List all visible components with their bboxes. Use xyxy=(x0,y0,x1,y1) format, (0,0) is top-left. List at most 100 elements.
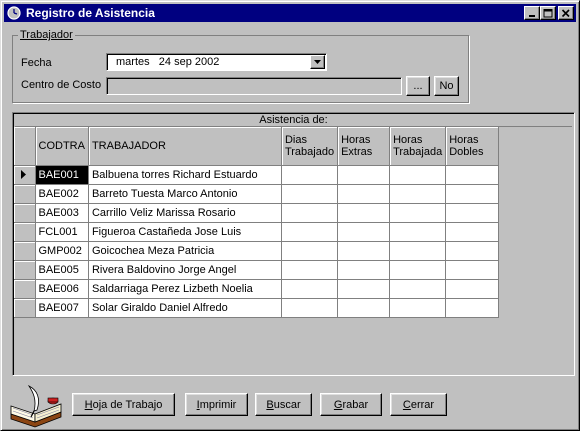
table-header-row: CODTRA TRABAJADOR Dias Trabajado Horas Ext… xyxy=(14,127,500,166)
cell-horas-trabajada[interactable] xyxy=(389,222,447,242)
cell-horas-extras[interactable] xyxy=(337,298,391,318)
minimize-icon xyxy=(529,15,535,17)
cell-horas-trabajada[interactable] xyxy=(389,298,447,318)
cell-codtra[interactable]: BAE007 xyxy=(35,298,89,318)
imprimir-button[interactable]: Imprimir xyxy=(185,393,248,416)
column-header-horas-dobles[interactable]: Horas Dobles xyxy=(445,127,500,166)
buscar-button[interactable]: Buscar xyxy=(255,393,312,416)
cell-codtra[interactable]: BAE002 xyxy=(35,184,89,204)
cell-horas-trabajada[interactable] xyxy=(389,165,447,185)
trabajador-group-label: Trabajador xyxy=(20,29,73,41)
column-header-horas-extras[interactable]: Horas Extras xyxy=(337,127,391,166)
cell-horas-trabajada[interactable] xyxy=(389,241,447,261)
cell-dias-trabajado[interactable] xyxy=(281,298,339,318)
cell-dias-trabajado[interactable] xyxy=(281,222,339,242)
cell-horas-extras[interactable] xyxy=(337,222,391,242)
cell-dias-trabajado[interactable] xyxy=(281,279,339,299)
hoja-de-trabajo-button[interactable]: Hoja de Trabajo xyxy=(72,393,175,416)
row-indicator[interactable] xyxy=(14,241,36,261)
cell-horas-trabajada[interactable] xyxy=(389,279,447,299)
row-indicator-header xyxy=(14,127,36,166)
title-bar[interactable]: Registro de Asistencia xyxy=(4,4,576,22)
asistencia-table: CODTRA TRABAJADOR Dias Trabajado Horas Ext… xyxy=(14,127,500,318)
cell-codtra[interactable]: BAE006 xyxy=(35,279,89,299)
cell-codtra[interactable]: BAE003 xyxy=(35,203,89,223)
cell-horas-dobles[interactable] xyxy=(445,260,500,280)
cell-dias-trabajado[interactable] xyxy=(281,184,339,204)
cell-horas-dobles[interactable] xyxy=(445,203,500,223)
cell-codtra[interactable]: BAE001 xyxy=(35,165,89,185)
row-indicator[interactable] xyxy=(14,279,36,299)
column-header-horas-trabajada[interactable]: Horas Trabajada xyxy=(389,127,447,166)
row-indicator[interactable] xyxy=(14,222,36,242)
cell-horas-dobles[interactable] xyxy=(445,241,500,261)
cell-horas-extras[interactable] xyxy=(337,241,391,261)
cell-horas-dobles[interactable] xyxy=(445,165,500,185)
asistencia-grid[interactable]: Asistencia de: CODTRA TRABAJADOR Dias Tra… xyxy=(12,112,575,376)
close-icon xyxy=(561,9,570,18)
cell-horas-trabajada[interactable] xyxy=(389,184,447,204)
cell-trabajador[interactable]: Saldarriaga Perez Lizbeth Noelia xyxy=(88,279,282,299)
maximize-button[interactable] xyxy=(540,6,556,20)
table-row[interactable]: BAE002 Barreto Tuesta Marco Antonio xyxy=(14,184,500,204)
table-row[interactable]: FCL001 Figueroa Castañeda Jose Luis xyxy=(14,222,500,242)
table-row[interactable]: GMP002 Goicochea Meza Patricia xyxy=(14,241,500,261)
fecha-dropdown-button[interactable] xyxy=(310,55,325,69)
cell-codtra[interactable]: BAE005 xyxy=(35,260,89,280)
cell-dias-trabajado[interactable] xyxy=(281,241,339,261)
asistencia-group-header: Asistencia de: xyxy=(15,115,572,127)
fecha-label: Fecha xyxy=(21,57,52,69)
cell-horas-dobles[interactable] xyxy=(445,222,500,242)
cell-horas-trabajada[interactable] xyxy=(389,203,447,223)
row-pointer-icon xyxy=(21,170,26,179)
row-indicator[interactable] xyxy=(14,203,36,223)
cell-horas-extras[interactable] xyxy=(337,165,391,185)
cell-horas-extras[interactable] xyxy=(337,184,391,204)
cell-horas-trabajada[interactable] xyxy=(389,260,447,280)
centro-costo-label: Centro de Costo xyxy=(21,79,102,91)
chevron-down-icon xyxy=(314,60,321,64)
cell-horas-dobles[interactable] xyxy=(445,279,500,299)
table-row[interactable]: BAE003 Carrillo Veliz Marissa Rosario xyxy=(14,203,500,223)
fecha-combobox[interactable]: martes 24 sep 2002 xyxy=(106,53,327,71)
cell-dias-trabajado[interactable] xyxy=(281,165,339,185)
cell-horas-dobles[interactable] xyxy=(445,298,500,318)
table-row[interactable]: BAE007 Solar Giraldo Daniel Alfredo xyxy=(14,298,500,318)
table-row[interactable]: BAE001 Balbuena torres Richard Estuardo xyxy=(14,165,500,185)
cell-horas-extras[interactable] xyxy=(337,260,391,280)
cell-dias-trabajado[interactable] xyxy=(281,203,339,223)
table-row[interactable]: BAE005 Rivera Baldovino Jorge Angel xyxy=(14,260,500,280)
column-header-codtra[interactable]: CODTRA xyxy=(35,127,89,166)
row-indicator[interactable] xyxy=(14,260,36,280)
no-button[interactable]: No xyxy=(434,76,459,96)
column-header-dias-trabajado[interactable]: Dias Trabajado xyxy=(281,127,339,166)
cell-codtra[interactable]: FCL001 xyxy=(35,222,89,242)
cell-trabajador[interactable]: Goicochea Meza Patricia xyxy=(88,241,282,261)
cell-trabajador[interactable]: Solar Giraldo Daniel Alfredo xyxy=(88,298,282,318)
cell-trabajador[interactable]: Carrillo Veliz Marissa Rosario xyxy=(88,203,282,223)
cell-codtra[interactable]: GMP002 xyxy=(35,241,89,261)
maximize-icon xyxy=(543,9,553,18)
browse-button[interactable]: ... xyxy=(406,76,430,96)
cell-horas-extras[interactable] xyxy=(337,279,391,299)
close-button[interactable] xyxy=(558,6,574,20)
row-indicator[interactable] xyxy=(14,184,36,204)
cell-trabajador[interactable]: Rivera Baldovino Jorge Angel xyxy=(88,260,282,280)
cerrar-button[interactable]: Cerrar xyxy=(390,393,447,416)
column-header-trabajador[interactable]: TRABAJADOR xyxy=(88,127,282,166)
row-indicator[interactable] xyxy=(14,165,36,185)
minimize-button[interactable] xyxy=(524,6,540,20)
centro-costo-field[interactable] xyxy=(106,77,402,95)
cell-horas-extras[interactable] xyxy=(337,203,391,223)
table-row[interactable]: BAE006 Saldarriaga Perez Lizbeth Noelia xyxy=(14,279,500,299)
grabar-button[interactable]: Grabar xyxy=(320,393,382,416)
cell-horas-dobles[interactable] xyxy=(445,184,500,204)
row-indicator[interactable] xyxy=(14,298,36,318)
cell-dias-trabajado[interactable] xyxy=(281,260,339,280)
cell-trabajador[interactable]: Barreto Tuesta Marco Antonio xyxy=(88,184,282,204)
window-title: Registro de Asistencia xyxy=(26,6,155,20)
cell-trabajador[interactable]: Balbuena torres Richard Estuardo xyxy=(88,165,282,185)
fecha-value: martes 24 sep 2002 xyxy=(116,56,220,68)
clock-icon xyxy=(7,6,21,20)
cell-trabajador[interactable]: Figueroa Castañeda Jose Luis xyxy=(88,222,282,242)
